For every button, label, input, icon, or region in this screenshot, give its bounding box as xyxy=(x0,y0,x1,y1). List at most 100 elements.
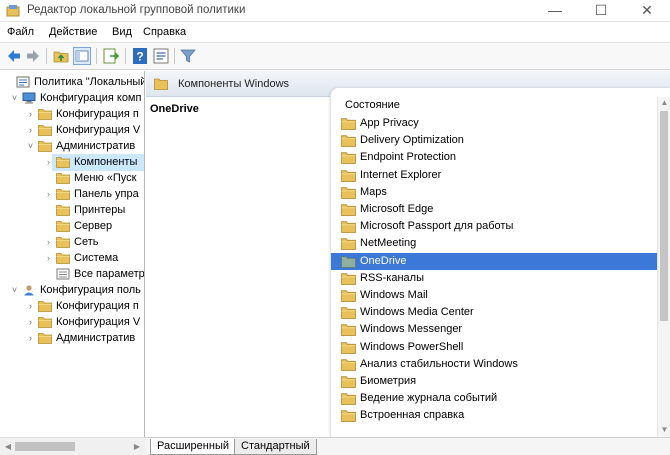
tree-horizontal-scrollbar[interactable]: ◀ ▶ xyxy=(0,437,146,455)
tree-item-label: Панель упра xyxy=(74,188,139,200)
scrollbar-thumb[interactable] xyxy=(15,442,75,451)
collapsed-chevron-icon[interactable]: › xyxy=(26,333,35,343)
list-item-label: Windows Mail xyxy=(360,289,428,301)
scroll-right-arrow-icon[interactable]: ▶ xyxy=(131,441,143,453)
tree-item-label: Политика "Локальный xyxy=(34,76,145,88)
list-item[interactable]: Windows PowerShell xyxy=(331,339,664,356)
list-item[interactable]: Internet Explorer xyxy=(331,167,664,184)
help-icon[interactable]: ? xyxy=(131,47,149,65)
collapsed-chevron-icon[interactable]: › xyxy=(26,125,35,135)
list-item[interactable]: App Privacy xyxy=(331,115,664,132)
list-item-label: Maps xyxy=(360,185,387,198)
list-item[interactable]: Ведение журнала событий xyxy=(331,390,664,407)
forward-arrow-icon[interactable] xyxy=(24,47,42,65)
list-item-label: Анализ стабильности Windows xyxy=(360,357,518,370)
folder-icon xyxy=(38,301,52,312)
menu-view[interactable]: Вид xyxy=(112,26,132,38)
list-vertical-scrollbar[interactable]: ▲ ▼ xyxy=(657,97,670,437)
tree-item[interactable]: Все параметр xyxy=(0,266,145,283)
minimize-button[interactable]: — xyxy=(532,0,578,22)
folder-icon xyxy=(341,290,356,302)
folder-icon xyxy=(38,109,52,120)
tree-item[interactable]: Меню «Пуск xyxy=(0,170,144,187)
tree-item[interactable]: › Компоненты xyxy=(47,154,144,171)
list-item[interactable]: Maps xyxy=(331,184,664,201)
tree-item[interactable]: › Конфигурация п xyxy=(0,298,144,315)
tree-item[interactable]: › Панель упра xyxy=(0,186,144,203)
list-item[interactable]: Анализ стабильности Windows xyxy=(331,356,664,373)
tree-item[interactable]: ˅ Конфигурация комп xyxy=(0,90,144,107)
list-item[interactable]: Microsoft Edge xyxy=(331,201,664,218)
list-item[interactable]: Delivery Optimization xyxy=(331,132,664,149)
up-folder-icon[interactable] xyxy=(52,47,70,65)
folder-icon xyxy=(341,410,356,423)
tree-item-label: Все параметр xyxy=(74,268,145,280)
expanded-chevron-icon[interactable]: ˅ xyxy=(10,285,19,295)
tree-item[interactable]: › Система xyxy=(0,250,144,267)
folder-icon xyxy=(341,135,356,148)
folder-icon xyxy=(38,333,52,344)
view-tabs: Расширенный Стандартный xyxy=(146,437,670,455)
folder-icon xyxy=(341,359,356,371)
tree-item[interactable]: Сервер xyxy=(0,218,144,235)
show-hide-tree-icon[interactable] xyxy=(73,47,91,65)
tree-item-label: Конфигурация п xyxy=(56,300,139,312)
scroll-down-arrow-icon[interactable]: ▼ xyxy=(658,424,670,436)
tree-item-label: Конфигурация п xyxy=(56,108,139,120)
list-item-label: Microsoft Edge xyxy=(360,203,434,215)
close-button[interactable]: ✕ xyxy=(624,0,670,22)
tab-extended[interactable]: Расширенный xyxy=(150,439,236,455)
tree-item[interactable]: ˅ Административ xyxy=(0,138,144,155)
list-item-label: OneDrive xyxy=(360,254,407,267)
list-item-label: Windows Messenger xyxy=(360,323,463,336)
tree-item[interactable]: Принтеры xyxy=(0,202,144,219)
folder-icon xyxy=(341,307,356,320)
list-item-label: Endpoint Protection xyxy=(360,151,457,164)
collapsed-chevron-icon[interactable]: › xyxy=(26,301,35,311)
list-item[interactable]: NetMeeting xyxy=(331,235,664,252)
tree-item[interactable]: › Конфигурация V xyxy=(0,122,144,139)
tree-item[interactable]: › Конфигурация V xyxy=(0,314,144,331)
list-item[interactable]: Windows Messenger xyxy=(331,321,664,338)
properties-icon[interactable] xyxy=(152,47,170,65)
scroll-up-arrow-icon[interactable]: ▲ xyxy=(658,97,670,109)
tree-item[interactable]: ˅ Конфигурация поль xyxy=(0,282,144,299)
folder-icon xyxy=(341,152,356,165)
menu-help[interactable]: Справка xyxy=(143,26,186,38)
collapsed-chevron-icon[interactable]: › xyxy=(44,237,53,247)
list-item[interactable]: Windows Mail xyxy=(331,287,664,304)
scrollbar-thumb[interactable] xyxy=(660,111,668,321)
collapsed-chevron-icon[interactable]: › xyxy=(44,189,53,199)
svg-text:?: ? xyxy=(136,50,143,64)
list-item[interactable]: Endpoint Protection xyxy=(331,149,664,166)
menu-action[interactable]: Действие xyxy=(49,26,97,38)
back-arrow-icon[interactable] xyxy=(5,47,23,65)
tree-item[interactable]: › Сеть xyxy=(0,234,144,251)
maximize-button[interactable]: ☐ xyxy=(578,0,624,22)
collapsed-chevron-icon[interactable]: › xyxy=(26,109,35,119)
tab-standard[interactable]: Стандартный xyxy=(234,439,317,455)
list-item[interactable]: Биометрия xyxy=(331,373,664,390)
tree-item[interactable]: › Административ xyxy=(0,330,144,347)
list-item[interactable]: Встроенная справка xyxy=(331,407,664,424)
list-item[interactable]: RSS-каналы xyxy=(331,270,664,287)
scroll-left-arrow-icon[interactable]: ◀ xyxy=(2,441,14,453)
toolbar-separator xyxy=(125,48,126,64)
folder-icon xyxy=(341,118,356,130)
tree-item[interactable]: Политика "Локальный xyxy=(0,74,145,91)
menu-file[interactable]: Файл xyxy=(7,26,34,38)
export-list-icon[interactable] xyxy=(102,47,120,65)
list-item[interactable]: Microsoft Passport для работы xyxy=(331,218,664,235)
list-item[interactable]: Windows Media Center xyxy=(331,304,664,321)
list-item-label: Биометрия xyxy=(360,375,417,387)
tree-item[interactable]: › Конфигурация п xyxy=(0,106,144,123)
tree-item-label: Сеть xyxy=(74,236,99,248)
list-item[interactable]: OneDrive xyxy=(331,252,664,270)
collapsed-chevron-icon[interactable]: › xyxy=(44,253,53,263)
expanded-chevron-icon[interactable]: ˅ xyxy=(26,141,35,151)
collapsed-chevron-icon[interactable]: › xyxy=(44,157,53,167)
expanded-chevron-icon[interactable]: ˅ xyxy=(10,93,19,103)
collapsed-chevron-icon[interactable]: › xyxy=(26,317,35,327)
column-header-state[interactable]: Состояние xyxy=(345,99,400,111)
filter-icon[interactable] xyxy=(179,47,197,65)
